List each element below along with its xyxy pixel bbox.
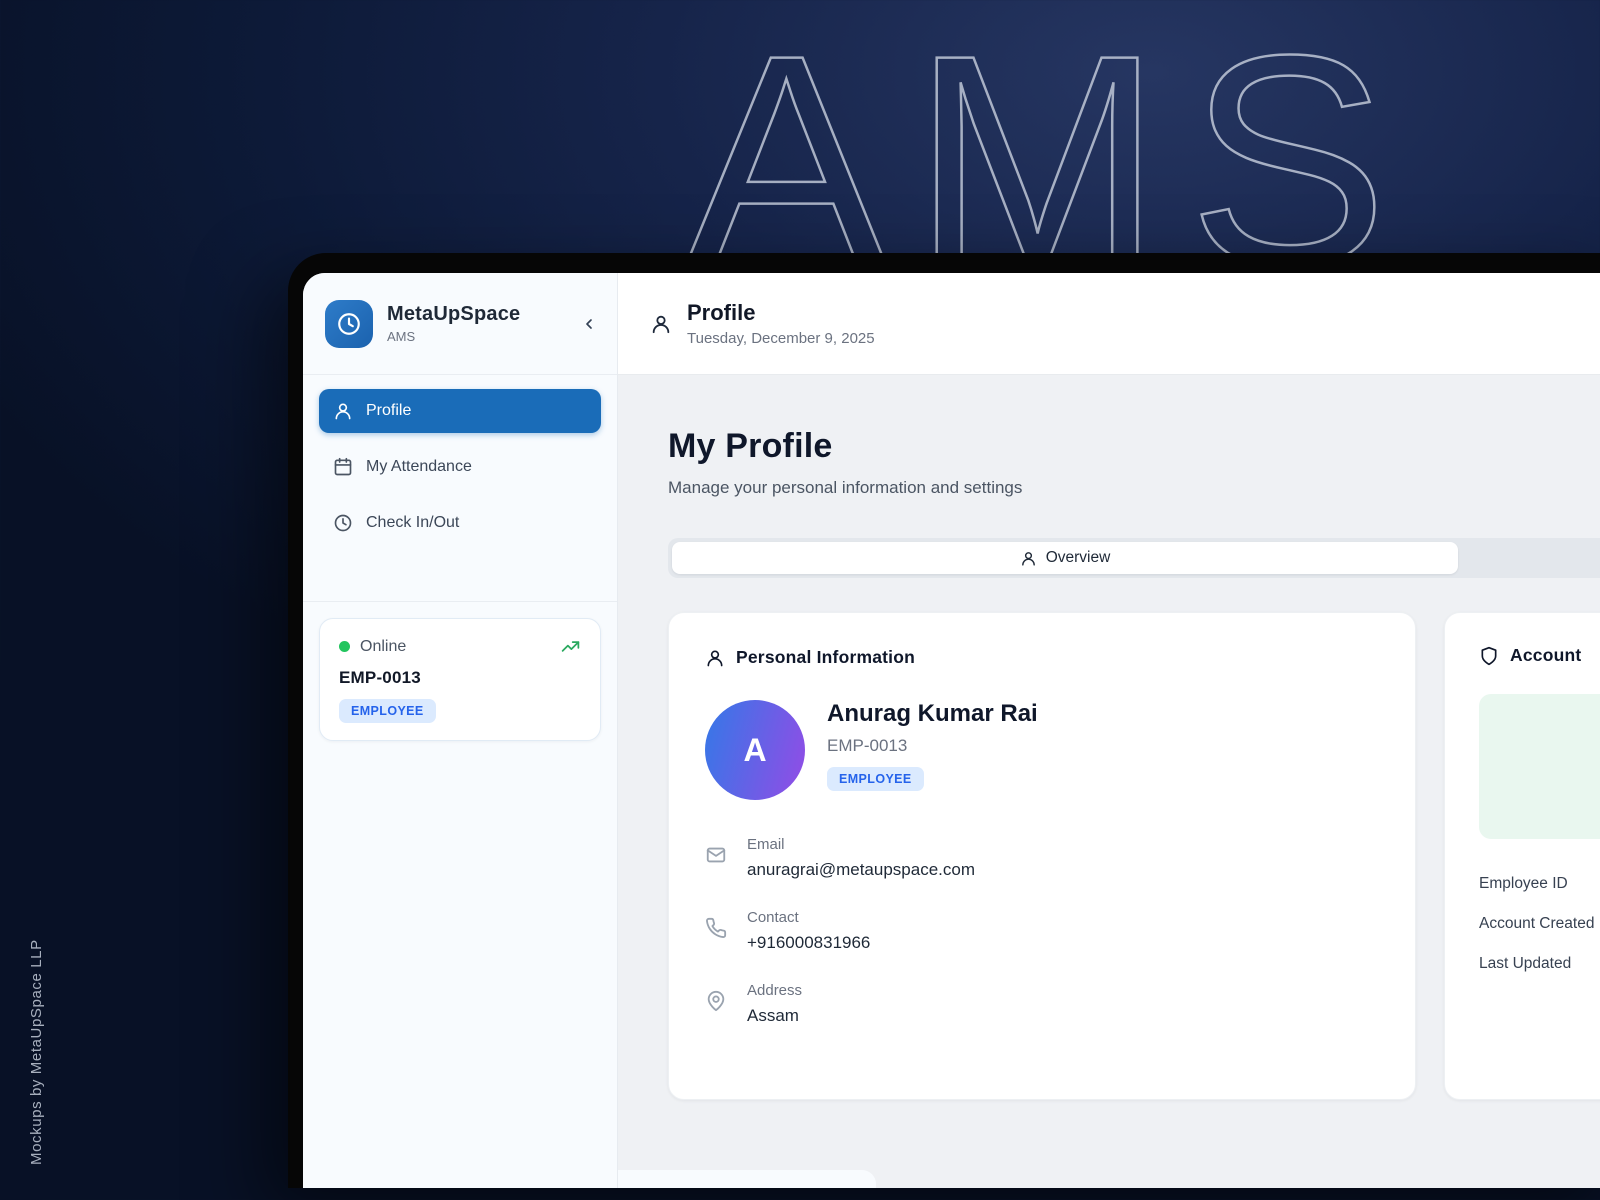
account-rows: Employee ID Account Created Last Updated	[1479, 875, 1600, 973]
field-label: Email	[747, 836, 975, 853]
clock-icon	[336, 311, 362, 337]
content-area: My Profile Manage your personal informat…	[618, 375, 1600, 1188]
account-row-last-updated: Last Updated	[1479, 955, 1600, 973]
personal-information-card: Personal Information A Anurag Kumar Rai …	[668, 612, 1416, 1100]
field-text: Email anuragrai@metaupspace.com	[747, 836, 975, 880]
field-email: Email anuragrai@metaupspace.com	[705, 836, 1379, 880]
cards-row: Personal Information A Anurag Kumar Rai …	[668, 612, 1600, 1100]
online-dot-icon	[339, 641, 350, 652]
sidebar-item-label: Check In/Out	[366, 514, 459, 532]
tab-overview[interactable]: Overview	[672, 542, 1458, 574]
status-row: Online	[339, 636, 581, 657]
sidebar-item-label: My Attendance	[366, 458, 472, 476]
calendar-icon	[333, 457, 353, 477]
person-name: Anurag Kumar Rai	[827, 700, 1038, 728]
sidebar-item-my-attendance[interactable]: My Attendance	[319, 445, 601, 489]
sidebar-status-section: Online EMP-0013 EMPLOYEE	[303, 601, 617, 757]
account-row-account-created: Account Created	[1479, 915, 1600, 933]
profile-summary: A Anurag Kumar Rai EMP-0013 EMPLOYEE	[705, 700, 1379, 800]
bottom-peek-panel	[618, 1170, 876, 1188]
account-status-panel	[1479, 694, 1600, 839]
user-icon	[650, 313, 672, 335]
phone-icon	[705, 917, 729, 953]
personal-fields: Email anuragrai@metaupspace.com Contact	[705, 836, 1379, 1026]
person-employee-id: EMP-0013	[827, 736, 1038, 756]
account-card-header: Account	[1479, 645, 1600, 666]
page-header: Profile Tuesday, December 9, 2025	[618, 273, 1600, 375]
role-badge: EMPLOYEE	[827, 767, 924, 791]
sidebar-nav: Profile My Attendance Check In/Out	[303, 375, 617, 557]
field-label: Address	[747, 982, 802, 999]
tabstrip: Overview	[668, 538, 1600, 578]
mockup-credit: Mockups by MetaUpSpace LLP	[28, 939, 45, 1165]
trending-up-icon	[560, 636, 581, 657]
employee-id: EMP-0013	[339, 668, 581, 688]
field-text: Contact +916000831966	[747, 909, 870, 953]
main-area: Profile Tuesday, December 9, 2025 My Pro…	[618, 273, 1600, 1188]
field-contact: Contact +916000831966	[705, 909, 1379, 953]
page-header-title: Profile	[687, 300, 875, 326]
mail-icon	[705, 844, 729, 880]
sidebar-item-check-in-out[interactable]: Check In/Out	[319, 501, 601, 545]
tab-label: Overview	[1046, 549, 1111, 567]
page-subtitle: Manage your personal information and set…	[668, 478, 1600, 498]
field-value: Assam	[747, 1006, 802, 1026]
account-card-title: Account	[1510, 645, 1581, 666]
role-badge: EMPLOYEE	[339, 699, 436, 723]
account-card: Account Employee ID Account Created Last…	[1444, 612, 1600, 1100]
avatar: A	[705, 700, 805, 800]
app-surface: MetaUpSpace AMS Profile	[303, 273, 1600, 1188]
brand-text: MetaUpSpace AMS	[387, 303, 567, 344]
field-value: +916000831966	[747, 933, 870, 953]
field-label: Contact	[747, 909, 870, 926]
user-icon	[1020, 550, 1037, 567]
field-text: Address Assam	[747, 982, 802, 1026]
app-window: MetaUpSpace AMS Profile	[288, 253, 1600, 1188]
brand-name: MetaUpSpace	[387, 303, 567, 326]
map-pin-icon	[705, 990, 729, 1026]
brand-logo	[325, 300, 373, 348]
page-header-date: Tuesday, December 9, 2025	[687, 330, 875, 347]
page-header-text: Profile Tuesday, December 9, 2025	[687, 300, 875, 347]
profile-identity: Anurag Kumar Rai EMP-0013 EMPLOYEE	[827, 700, 1038, 800]
status-label: Online	[360, 638, 550, 656]
personal-card-title: Personal Information	[736, 647, 915, 668]
brand-row: MetaUpSpace AMS	[303, 273, 617, 375]
user-icon	[333, 401, 353, 421]
clock-icon	[333, 513, 353, 533]
field-address: Address Assam	[705, 982, 1379, 1026]
account-row-employee-id: Employee ID	[1479, 875, 1600, 893]
sidebar-item-label: Profile	[366, 402, 411, 420]
brand-subtitle: AMS	[387, 329, 567, 344]
status-card: Online EMP-0013 EMPLOYEE	[319, 618, 601, 741]
chevron-left-icon	[581, 316, 597, 332]
sidebar-collapse-button[interactable]	[581, 316, 597, 332]
personal-card-header: Personal Information	[705, 647, 1379, 668]
page-title: My Profile	[668, 427, 1600, 466]
sidebar: MetaUpSpace AMS Profile	[303, 273, 618, 1188]
sidebar-item-profile[interactable]: Profile	[319, 389, 601, 433]
field-value: anuragrai@metaupspace.com	[747, 860, 975, 880]
user-icon	[705, 648, 725, 668]
shield-icon	[1479, 646, 1499, 666]
